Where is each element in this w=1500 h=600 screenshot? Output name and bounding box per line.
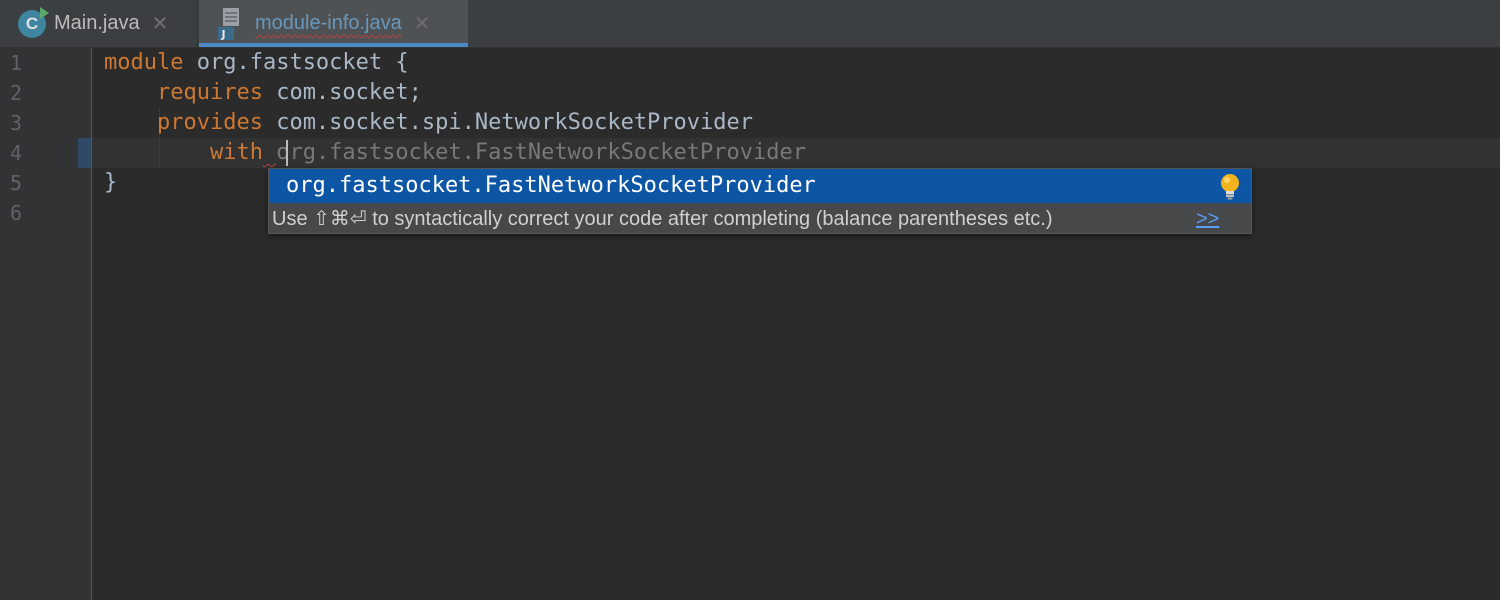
error-marker	[263, 140, 276, 165]
class-icon: C	[18, 6, 49, 38]
active-tab-indicator	[199, 43, 468, 47]
code-line-4: with org.fastsocket.FastNetworkSocketPro…	[104, 138, 806, 168]
close-icon[interactable]: ✕	[152, 14, 169, 34]
hint-more-link[interactable]: >>	[1196, 204, 1219, 234]
line-number: 5	[10, 171, 23, 195]
java-file-icon: J	[218, 7, 239, 41]
keyword: requires	[156, 80, 263, 105]
closing-brace: }	[104, 170, 118, 195]
code-line-2: requires com.socket;	[104, 78, 422, 108]
tab-main-java[interactable]: C Main.java ✕	[0, 0, 198, 47]
ide-window: C Main.java ✕ J module-info.java ✕ 1 2 3	[0, 0, 1500, 600]
line-number: 2	[10, 81, 23, 105]
lightbulb-icon[interactable]	[1217, 172, 1243, 200]
identifier: com.socket.spi.NetworkSocketProvider	[262, 110, 754, 135]
completion-item-selected[interactable]: org.fastsocket.FastNetworkSocketProvider	[269, 169, 1251, 203]
editor-tab-bar: C Main.java ✕ J module-info.java ✕	[0, 0, 1500, 48]
svg-text:J: J	[221, 28, 226, 41]
close-icon[interactable]: ✕	[414, 14, 431, 34]
current-line-marker	[78, 138, 91, 168]
identifier: org.fastsocket {	[183, 50, 409, 75]
code-line-5: }	[104, 168, 117, 198]
keyword: with	[209, 140, 263, 165]
line-number: 6	[10, 201, 23, 225]
completion-item-label: org.fastsocket.FastNetworkSocketProvider	[286, 173, 816, 198]
identifier: com.socket;	[262, 80, 422, 105]
keyword: provides	[156, 110, 263, 135]
code-line-3: provides com.socket.spi.NetworkSocketPro…	[104, 108, 753, 138]
text-caret	[286, 140, 288, 166]
run-badge-icon	[40, 6, 49, 19]
keyword: module	[104, 50, 184, 75]
line-number-gutter[interactable]: 1 2 3 4 5 6	[0, 48, 92, 600]
inline-completion-preview: org.fastsocket.FastNetworkSocketProvider	[276, 140, 807, 165]
completion-hint-text: Use ⇧⌘⏎ to syntactically correct your co…	[272, 208, 1053, 230]
line-number: 3	[10, 111, 23, 135]
line-number: 4	[10, 141, 23, 165]
tab-label: Main.java	[54, 12, 140, 34]
line-number: 1	[10, 51, 23, 75]
code-line-1: module org.fastsocket {	[104, 48, 409, 78]
class-icon-letter: C	[25, 13, 39, 33]
tab-module-info-java[interactable]: J module-info.java ✕	[199, 0, 468, 47]
completion-popup: org.fastsocket.FastNetworkSocketProvider…	[268, 168, 1252, 234]
code-editor[interactable]: module org.fastsocket { requires com.soc…	[92, 48, 1500, 600]
tab-label: module-info.java	[255, 12, 402, 34]
